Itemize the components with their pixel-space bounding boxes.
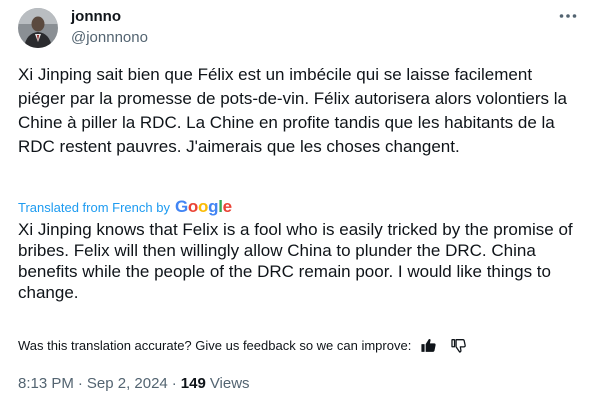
avatar-image: [18, 8, 58, 48]
thumbs-up-icon: [421, 338, 436, 352]
translated-from-label: Translated from French by: [18, 199, 170, 215]
author-handle[interactable]: @jonnnono: [71, 28, 148, 48]
tweet-text: Xi Jinping sait bien que Félix est un im…: [18, 65, 567, 156]
tweet-date[interactable]: Sep 2, 2024: [87, 375, 168, 392]
translated-from-link[interactable]: Translated from French by Google: [18, 197, 232, 217]
translation-text: Xi Jinping knows that Felix is a fool wh…: [18, 220, 573, 302]
meta-separator: ·: [77, 374, 83, 392]
google-logo-letter: G: [174, 197, 188, 216]
author-display-name[interactable]: jonnno: [71, 7, 121, 27]
thumbs-up-button[interactable]: [419, 336, 437, 354]
tweet-meta: 8:13 PM · Sep 2, 2024 · 149 Views: [18, 373, 250, 393]
thumbs-down-button[interactable]: [449, 336, 467, 354]
feedback-prompt: Was this translation accurate? Give us f…: [18, 337, 412, 353]
google-logo-letter: o: [198, 197, 209, 216]
thumbs-down-icon: [451, 338, 466, 353]
avatar[interactable]: [18, 8, 58, 48]
more-horizontal-icon: [559, 14, 577, 18]
google-logo-letter: e: [222, 197, 232, 216]
meta-separator: ·: [171, 374, 177, 392]
views-count: 149: [180, 374, 206, 392]
views-label: Views: [209, 374, 250, 392]
tweet-time[interactable]: 8:13 PM: [18, 375, 74, 392]
more-options-button[interactable]: [556, 6, 580, 26]
google-logo-letter: o: [187, 197, 198, 216]
google-logo: Google: [175, 197, 232, 217]
google-logo-letter: g: [208, 197, 219, 216]
translation-feedback: Was this translation accurate? Give us f…: [18, 335, 467, 355]
